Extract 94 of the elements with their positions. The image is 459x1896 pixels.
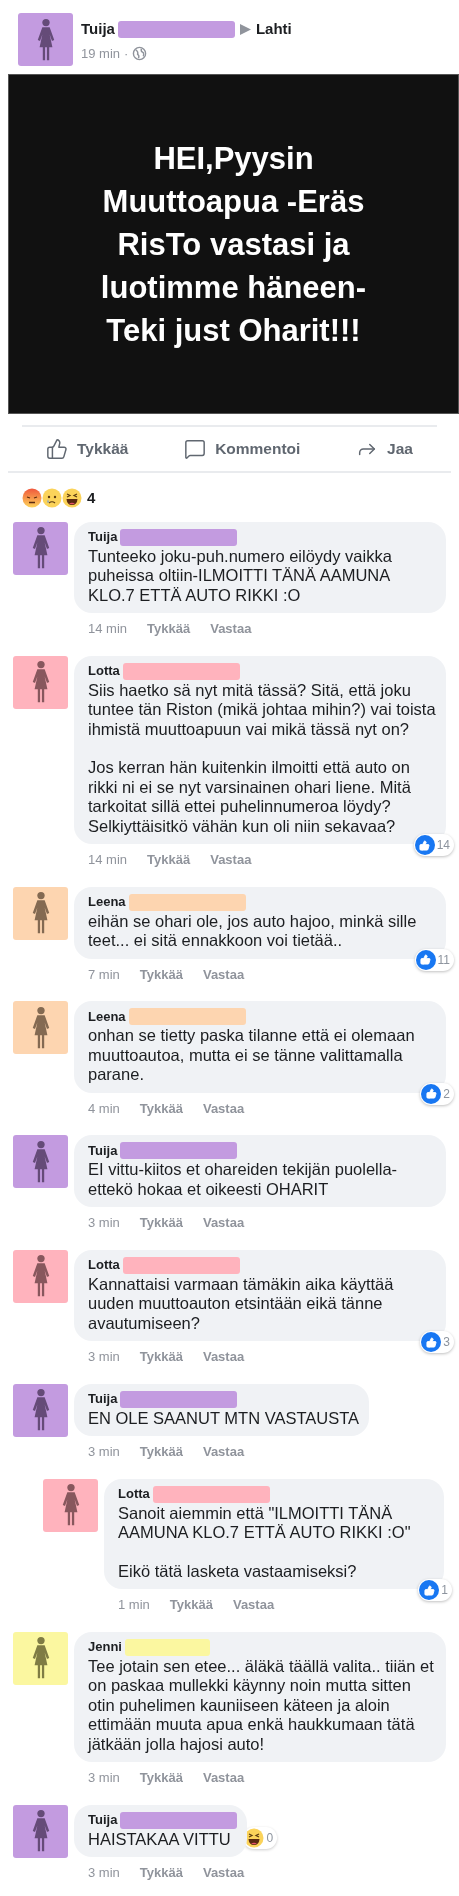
avatar[interactable] [43,1478,98,1532]
like-link[interactable]: Tykkää [139,1768,183,1788]
avatar[interactable] [13,886,68,940]
post-image-text: Muuttoapua -Eräs [102,182,365,221]
like-icon [415,949,436,970]
reaction-count[interactable]: 4 [87,487,96,510]
comment-text: EI vittu-kiitos et ohareiden tekijän puolella-ettekö hokaa et oikeesti OHARIT [88,1160,399,1199]
like-link[interactable]: Tykkää [139,1213,183,1233]
like-link[interactable]: Tykkää [139,1863,183,1883]
separator-dot: · [124,44,129,63]
comment-time: 3 min [88,1443,120,1461]
reply-link[interactable]: Vastaa [210,619,252,639]
avatar[interactable] [18,13,73,66]
author-name[interactable]: Leena [88,1006,126,1027]
reply-link[interactable]: Vastaa [202,1863,245,1883]
speech-bubble-icon [184,438,207,460]
author-name[interactable]: Lotta [88,661,120,681]
reaction-badge[interactable]: 1 [418,1579,452,1601]
comment-text: Sanoit aiemmin että "ILMOITTI TÄNÄ AAMUNA KLO.7 ETTÄ AUTO RIKKI :O" [118,1503,412,1543]
author-name[interactable]: Tuija [88,1389,118,1409]
avatar[interactable] [13,1249,68,1303]
reply-link[interactable]: Vastaa [202,1213,245,1233]
caret-icon [239,23,251,35]
reply-link[interactable]: Vastaa [202,1347,245,1367]
post-image-text: Teki just Oharit!!! [106,311,361,350]
comment-text: HAISTAKAA VITTU [88,1829,232,1849]
comment-time: 3 min [88,1769,120,1787]
reply-link[interactable]: Vastaa [202,1098,245,1118]
reply-link[interactable]: Vastaa [232,1595,275,1615]
action-button[interactable]: Jaa [356,437,413,461]
comment-text: Jos kerran hän kuitenkin ilmoitti että auto on rikki ni ei se nyt varsinainen ohari liene. Mitä tarkoitat sillä ettei puhelinnumeroa löydy? Selkiyttäisitkö vähän kun oli niin sekavaa? [88,758,412,836]
post-image-text: luotimme häneen- [100,268,367,307]
comment-time: 4 min [88,1099,120,1118]
post-image-text: HEI,Pyysin [153,139,314,178]
action-button[interactable]: Kommentoi [184,437,301,461]
reply-link[interactable]: Vastaa [210,850,252,870]
like-link[interactable]: Tykkää [139,1442,183,1462]
like-icon [421,1083,442,1104]
comment-time: 1 min [118,1596,150,1614]
laughing-emoji-icon [62,488,82,509]
avatar[interactable] [13,655,68,709]
like-link[interactable]: Tykkää [169,1595,213,1615]
reply-link[interactable]: Vastaa [202,964,245,984]
author-name[interactable]: Lotta [88,1255,120,1275]
reply-link[interactable]: Vastaa [202,1442,245,1462]
comment-text: Siis haetko sä nyt mitä tässä? Sitä, että joku tuntee tän Riston (mikä johtaa mihin?) vai toista ihmistä muuttoapuun vai mikä tässä nyt on? [88,680,436,739]
action-button[interactable]: Tykkää [46,437,129,461]
author-name[interactable]: Tuija [81,18,115,41]
avatar[interactable] [13,1001,68,1054]
like-link[interactable]: Tykkää [139,1098,183,1118]
comment-time: 14 min [88,851,128,869]
avatar[interactable] [13,1631,68,1685]
reply-link[interactable]: Vastaa [202,1768,245,1788]
reaction-badge[interactable]: 3 [420,1331,454,1353]
reaction-badge[interactable]: 11 [414,948,454,971]
post-image-text: RisTo vastasi ja [117,225,350,264]
author-name[interactable]: Lotta [118,1484,150,1504]
comment-text: Tunteeko joku-puh.numero eilöydy vaikka puheissa oltiin-ILMOITTI TÄNÄ AAMUNA KLO.7 ETTÄ AUTO RIKKI :O [88,546,393,605]
avatar[interactable] [13,1135,68,1188]
comment-text: Eikö tätä lasketa vastaamiseksi? [118,1561,358,1581]
reaction-badge[interactable]: 14 [413,834,454,856]
comment-time: 3 min [88,1214,120,1232]
author-name[interactable]: Leena [88,892,126,912]
like-link[interactable]: Tykkää [139,964,183,984]
comment-text: onhan se tietty paska tilanne että ei olemaan muuttoautoa, mutta ei se tänne valittamalla parane. [88,1026,416,1085]
comment-text: Kannattaisi varmaan tämäkin aika käyttää uuden muuttoauton etsintään eikä tänne avautumiseen? [88,1274,395,1333]
comment-text: eihän se ohari ole, jos auto hajoo, minkä sille teet... ei sitä ennakkoon voi tietää.. [88,911,418,951]
comment-time: 3 min [88,1348,120,1366]
comment-text: EN OLE SAANUT MTN VASTAUSTA [88,1408,360,1428]
author-name[interactable]: Tuija [88,527,118,547]
author-name[interactable]: Tuija [88,1140,118,1161]
like-icon [414,835,435,855]
globe-icon [132,45,148,61]
comment-time: 7 min [88,965,120,984]
like-link[interactable]: Tykkää [147,850,191,870]
like-icon [419,1580,440,1600]
avatar[interactable] [13,521,68,575]
avatar[interactable] [13,1383,68,1437]
laughing-emoji-icon [244,1828,265,1848]
like-icon [421,1332,442,1352]
sad-emoji-icon [42,488,62,509]
angry-emoji-icon [22,488,42,509]
comment-time: 14 min [88,620,128,638]
post-time: 19 min [81,44,121,63]
reaction-badge[interactable]: 2 [420,1082,454,1105]
comment-time: 3 min [88,1864,120,1882]
comment-text: Tee jotain sen etee... äläkä täällä valita.. tiiän et on paskaa mullekki käynny noin mutta sitten otin puhelimen kauniiseen käteen ja aloin ettimään muuta apua enkä haukkumaan tätä jätkään jolla hajosi auto! [88,1656,435,1754]
like-link[interactable]: Tykkää [139,1347,183,1367]
author-name[interactable]: Tuija [88,1810,118,1830]
author-name[interactable]: Jenni [88,1637,122,1657]
like-link[interactable]: Tykkää [147,619,191,639]
place-name[interactable]: Lahti [255,18,292,41]
avatar[interactable] [13,1804,68,1858]
thumbs-up-icon [46,438,68,460]
